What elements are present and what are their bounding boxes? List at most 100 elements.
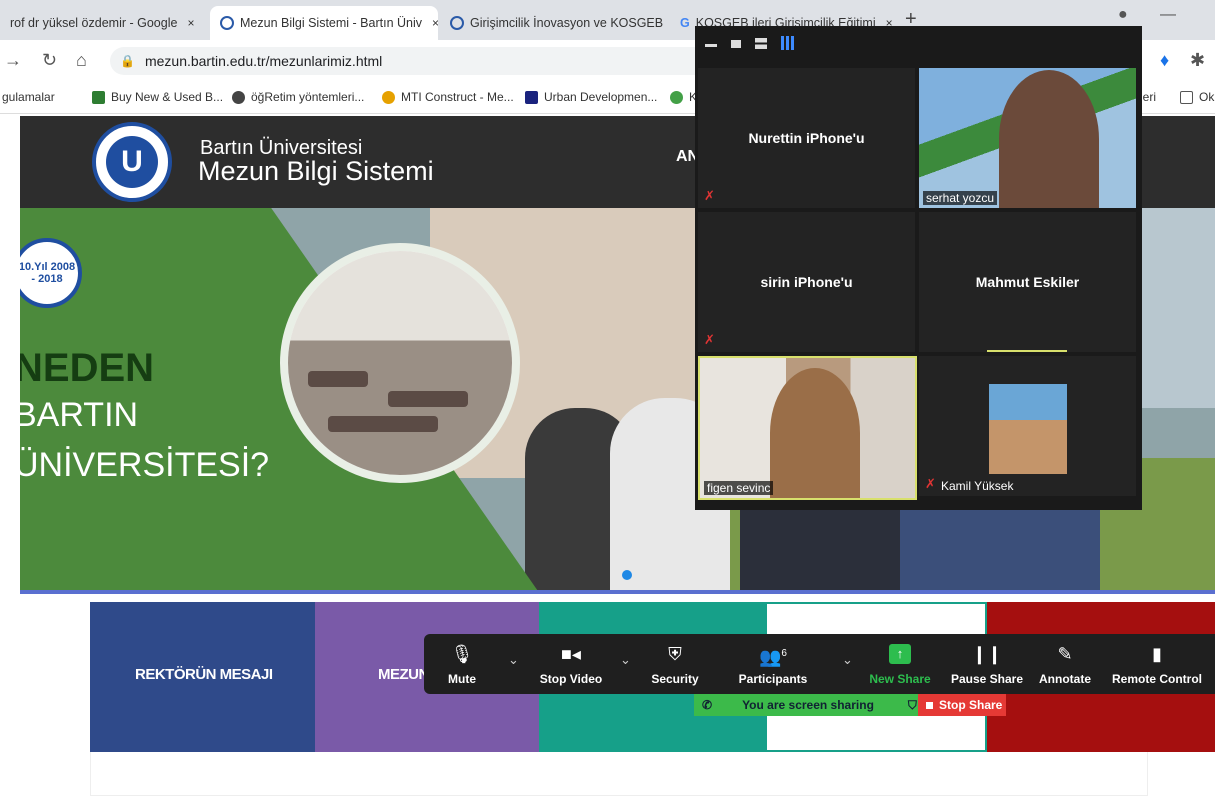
minimize-button[interactable]: — [1160, 6, 1176, 24]
muted-mic-icon: ✗ [704, 332, 715, 347]
chevron-down-icon[interactable]: ⌄ [508, 652, 519, 668]
microphone-icon: 🎙 [450, 644, 474, 664]
reload-icon[interactable]: ↻ [42, 50, 57, 71]
grid-view-icon[interactable] [781, 36, 795, 50]
lock-icon: 🔒 [120, 54, 135, 68]
participant-tile-active[interactable]: figen sevinc [698, 356, 917, 500]
strip-view-icon[interactable] [755, 38, 767, 49]
chevron-down-icon[interactable]: ⌄ [620, 652, 631, 668]
chevron-down-icon[interactable]: ⌄ [842, 652, 853, 668]
participant-tile[interactable]: sirin iPhone'u ✗ [698, 212, 915, 352]
screen-sharing-banner: ✆ You are screen sharing ⛉ [694, 694, 918, 716]
hero-title-line1: NEDEN [20, 346, 155, 390]
bird-icon [92, 90, 105, 104]
video-camera-icon: ■◂ [561, 644, 581, 664]
bartin-favicon-icon [450, 16, 464, 30]
mute-button[interactable]: 🎙 Mute [442, 634, 482, 694]
bookmark-item[interactable]: leri [1140, 90, 1156, 104]
bartin-favicon-icon [220, 16, 234, 30]
globe-icon [232, 90, 245, 104]
home-icon[interactable]: ⌂ [76, 50, 87, 71]
participant-name: figen sevinc [704, 481, 774, 495]
remote-control-button[interactable]: ▮ Remote Control [1112, 634, 1202, 694]
forward-icon[interactable]: → [4, 50, 22, 71]
stop-video-button[interactable]: ■◂ Stop Video [536, 634, 606, 694]
participant-tile[interactable]: Mahmut Eskiler [919, 212, 1136, 352]
google-g-icon: G [680, 16, 690, 30]
sharing-status-text: You are screen sharing [742, 698, 874, 712]
shield-icon: ⛨ [668, 644, 682, 664]
new-share-button[interactable]: ↑ New Share [869, 634, 931, 694]
adb-icon [525, 90, 538, 104]
speaking-indicator [987, 350, 1067, 352]
tab-title: Mezun Bilgi Sistemi - Bartın Üniv [240, 16, 423, 30]
close-icon[interactable]: × [187, 16, 194, 30]
zoom-gallery-window: Nurettin iPhone'u ✗ serhat yozcu sirin i… [695, 26, 1142, 510]
profile-icon[interactable]: ● [1118, 6, 1128, 24]
hero-title-line3: ÜNİVERSİTESİ? [20, 446, 270, 484]
stop-share-button[interactable]: Stop Share [918, 694, 1006, 716]
bookmark-item[interactable]: Urban Developmen... [525, 90, 657, 104]
muted-mic-icon: ✗ [925, 476, 936, 491]
phone-icon: ✆ [702, 698, 713, 712]
hero-title-line2: BARTIN [20, 396, 139, 434]
tab-title: Girişimcilik İnovasyon ve KOSGEB [470, 16, 664, 30]
pause-share-button[interactable]: ❙❙ Pause Share [951, 634, 1023, 694]
bookmark-item[interactable]: Ok [1180, 90, 1214, 104]
bookmark-item[interactable]: gulamalar [2, 90, 55, 104]
zoom-toolbar: 🎙 Mute ⌄ ■◂ Stop Video ⌄ ⛨ Security 👥6 P… [424, 634, 1215, 694]
extension-icon[interactable]: ♦ [1160, 50, 1169, 71]
minimize-view-icon[interactable] [705, 44, 717, 47]
logo-mark-icon: U [106, 136, 158, 188]
participant-tile[interactable]: Nurettin iPhone'u ✗ [698, 68, 915, 208]
tab-title: rof dr yüksel özdemir - Google [10, 16, 178, 30]
gallery-view-controls [695, 26, 1142, 66]
participant-name: sirin iPhone'u [760, 274, 853, 290]
bookmark-item[interactable]: MTI Construct - Me... [382, 90, 514, 104]
university-logo[interactable]: U [92, 122, 172, 202]
university-name: Bartın Üniversitesi [200, 137, 363, 159]
speaker-view-icon[interactable] [731, 40, 741, 48]
participants-button[interactable]: 👥6 Participants [738, 634, 808, 694]
participant-name: Kamil Yüksek [941, 479, 1014, 493]
tab-google[interactable]: rof dr yüksel özdemir - Google × [0, 6, 205, 40]
mouse-icon: ▮ [1152, 644, 1162, 664]
annotate-button[interactable]: ✎ Annotate [1038, 634, 1092, 694]
muted-mic-icon: ✗ [704, 188, 715, 203]
participant-tile[interactable]: ✗ Kamil Yüksek [919, 356, 1136, 496]
participant-tile[interactable]: serhat yozcu [919, 68, 1136, 208]
shield-icon: ⛉ [907, 697, 917, 712]
security-button[interactable]: ⛨ Security [650, 634, 700, 694]
stop-icon [926, 701, 933, 709]
video-person [999, 70, 1099, 208]
pause-icon: ❙❙ [971, 644, 1003, 664]
participants-count: 6 [781, 648, 787, 659]
puzzle-icon[interactable]: ✱ [1190, 50, 1205, 71]
participant-name: Nurettin iPhone'u [748, 130, 865, 146]
system-name: Mezun Bilgi Sistemi [198, 156, 434, 186]
url-text: mezun.bartin.edu.tr/mezunlarimiz.html [144, 53, 383, 69]
tab-girisimcilik[interactable]: Girişimcilik İnovasyon ve KOSGEB × [440, 6, 668, 40]
bookmark-item[interactable]: öğRetim yöntemleri... [232, 90, 364, 104]
mti-icon [382, 90, 395, 104]
classroom-photo [280, 243, 520, 483]
bookmark-item[interactable]: Buy New & Used B... [92, 90, 223, 104]
address-bar[interactable]: 🔒 mezun.bartin.edu.tr/mezunlarimiz.html [110, 47, 710, 75]
reading-list-icon [1180, 90, 1193, 104]
participant-name: Mahmut Eskiler [975, 274, 1080, 290]
screen: rof dr yüksel özdemir - Google × Mezun B… [0, 0, 1215, 796]
bookmark-item[interactable]: K [670, 90, 697, 104]
tile-rektor[interactable]: REKTÖRÜN MESAJI [90, 602, 315, 752]
video-person [770, 368, 860, 498]
content-area [90, 752, 1148, 796]
participants-icon: 👥6 [759, 647, 787, 667]
carousel-dot[interactable] [622, 570, 632, 580]
pencil-icon: ✎ [1057, 644, 1073, 664]
hero-divider [20, 590, 1215, 594]
participant-name: serhat yozcu [923, 191, 998, 205]
share-arrow-icon: ↑ [889, 644, 911, 664]
close-icon[interactable]: × [432, 16, 438, 30]
tab-mezun[interactable]: Mezun Bilgi Sistemi - Bartın Üniv × [210, 6, 438, 40]
leaf-icon [670, 90, 683, 104]
profile-photo [989, 384, 1067, 474]
